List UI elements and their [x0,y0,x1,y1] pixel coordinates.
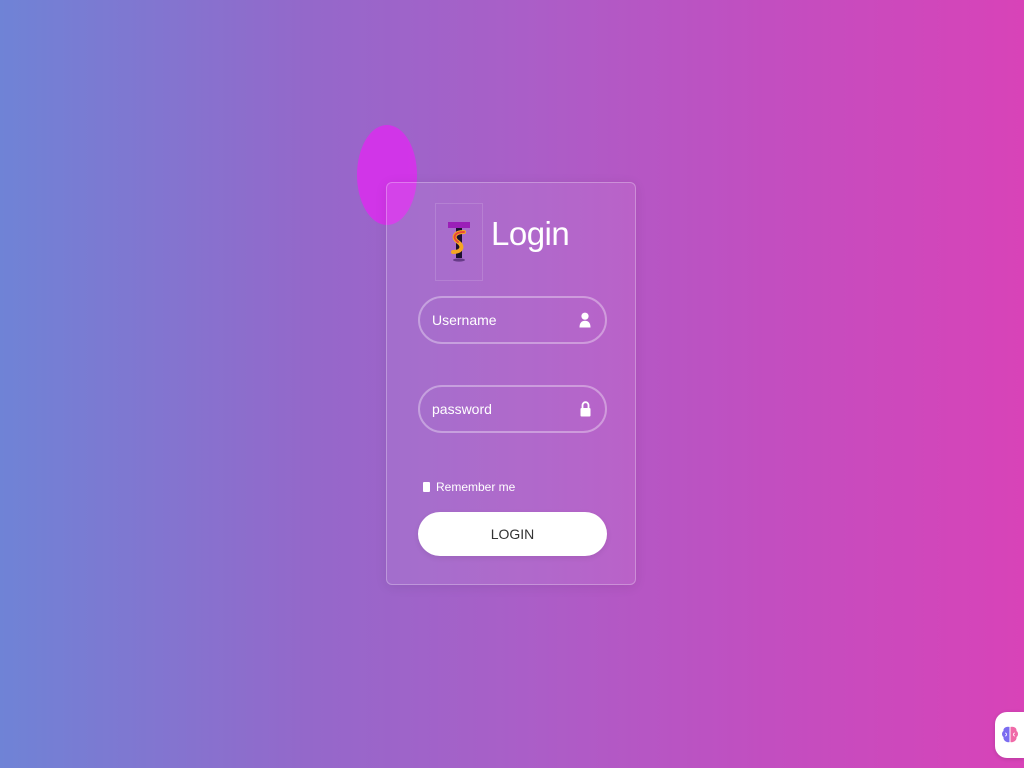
extension-widget[interactable] [995,712,1024,758]
login-card: Login Remember me LOGIN [386,182,636,585]
remember-me-label: Remember me [436,480,516,494]
username-input[interactable] [432,312,577,328]
lock-icon [577,400,593,418]
login-title: Login [491,215,570,252]
password-input[interactable] [432,401,577,417]
remember-me-checkbox[interactable] [423,482,430,492]
brand-logo [435,203,483,281]
brand-t-s-logo-icon [448,222,470,262]
brain-icon [1001,726,1018,743]
password-field[interactable] [418,385,607,433]
username-field[interactable] [418,296,607,344]
remember-me[interactable]: Remember me [423,480,515,494]
user-icon [577,311,593,329]
login-button[interactable]: LOGIN [418,512,607,556]
